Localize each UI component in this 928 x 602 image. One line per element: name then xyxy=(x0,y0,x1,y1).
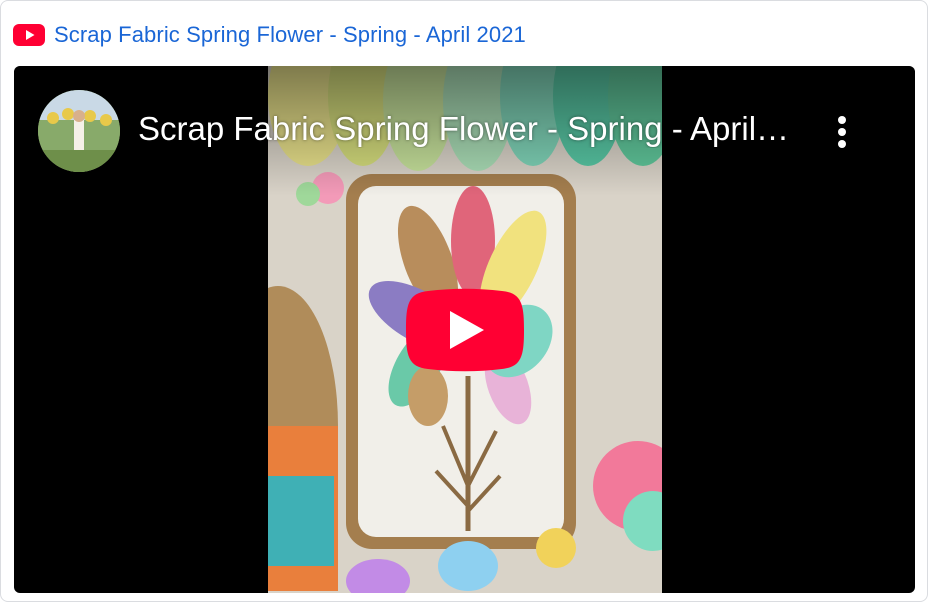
play-button-icon xyxy=(406,288,524,372)
menu-dot xyxy=(838,116,846,124)
player-video-title[interactable]: Scrap Fabric Spring Flower - Spring - Ap… xyxy=(138,110,798,148)
menu-dot xyxy=(838,140,846,148)
embed-header: Scrap Fabric Spring Flower - Spring - Ap… xyxy=(13,19,526,51)
video-player[interactable]: Scrap Fabric Spring Flower - Spring - Ap… xyxy=(14,66,915,593)
channel-avatar[interactable] xyxy=(38,90,120,172)
youtube-logo-icon[interactable] xyxy=(13,24,45,46)
play-button[interactable] xyxy=(398,283,532,377)
menu-dot xyxy=(838,128,846,136)
embed-card: Scrap Fabric Spring Flower - Spring - Ap… xyxy=(0,0,928,602)
more-vert-icon[interactable] xyxy=(824,110,860,154)
player-top-bar: Scrap Fabric Spring Flower - Spring - Ap… xyxy=(14,66,915,196)
video-title-link[interactable]: Scrap Fabric Spring Flower - Spring - Ap… xyxy=(54,22,526,48)
